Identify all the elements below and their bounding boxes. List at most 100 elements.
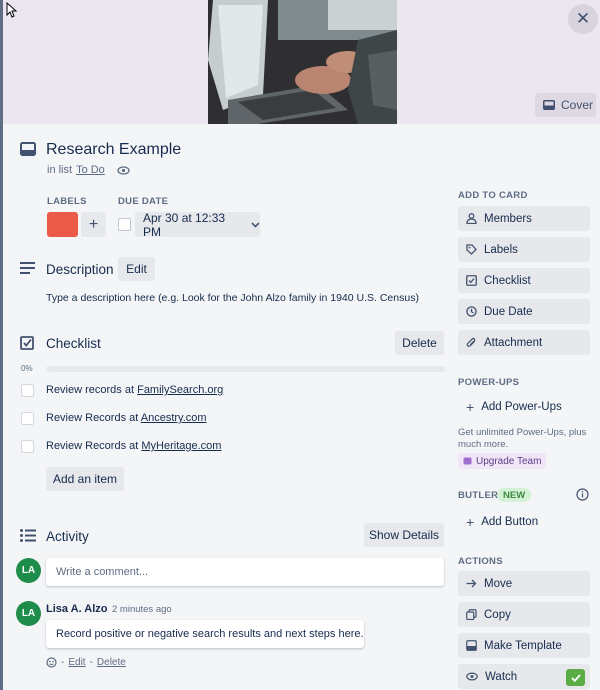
labels-label: Labels <box>484 243 518 256</box>
description-edit-button[interactable]: Edit <box>118 257 155 281</box>
members-button[interactable]: Members <box>458 206 590 231</box>
add-label-button[interactable]: + <box>81 212 106 237</box>
paperclip-icon <box>466 337 476 347</box>
move-button[interactable]: Move <box>458 571 590 596</box>
copy-icon <box>466 609 477 620</box>
description-text[interactable]: Type a description here (e.g. Look for t… <box>46 292 419 304</box>
cover-image <box>208 0 397 124</box>
attachment-button[interactable]: Attachment <box>458 330 590 355</box>
due-date-sidebar-button[interactable]: Due Date <box>458 299 590 324</box>
tag-icon <box>466 244 477 255</box>
card-title[interactable]: Research Example <box>46 141 181 159</box>
plus-icon: + <box>466 398 475 415</box>
labels-heading: LABELS <box>47 196 87 207</box>
add-powerups-label: Add Power-Ups <box>481 400 562 413</box>
avatar[interactable]: LA <box>16 558 41 583</box>
comment-author[interactable]: Lisa A. Alzo <box>46 603 108 615</box>
activity-icon <box>20 529 36 542</box>
activity-title: Activity <box>46 529 89 544</box>
upgrade-icon <box>463 457 472 465</box>
attachment-label: Attachment <box>484 336 543 349</box>
watch-active-check <box>566 669 585 686</box>
description-icon <box>20 262 35 274</box>
checklist-item-text: Review Records at <box>46 412 141 424</box>
checklist-item[interactable]: Review Records at Ancestry.com <box>46 412 207 424</box>
eye-icon <box>117 165 130 175</box>
make-template-label: Make Template <box>484 639 562 652</box>
copy-button[interactable]: Copy <box>458 602 590 627</box>
checklist-item-link[interactable]: MyHeritage.com <box>141 440 221 452</box>
butler-heading: BUTLER <box>458 490 499 501</box>
move-label: Move <box>484 577 513 590</box>
plus-icon: + <box>88 215 99 233</box>
due-date-button[interactable]: Apr 30 at 12:33 PM <box>135 210 260 239</box>
checklist-item[interactable]: Review Records at MyHeritage.com <box>46 440 221 452</box>
list-link[interactable]: To Do <box>76 164 105 176</box>
in-list-prefix: in list <box>47 164 73 176</box>
checklist-progress-bar <box>46 366 445 372</box>
checkbox-icon <box>466 275 477 286</box>
close-button[interactable]: ✕ <box>568 4 598 34</box>
add-powerups-button[interactable]: + Add Power-Ups <box>458 394 590 419</box>
new-badge: NEW <box>497 488 532 502</box>
checklist-title[interactable]: Checklist <box>46 336 101 351</box>
actions-heading: ACTIONS <box>458 556 503 567</box>
checklist-item-link[interactable]: Ancestry.com <box>141 412 207 424</box>
add-to-card-heading: ADD TO CARD <box>458 190 528 201</box>
due-date-label: Due Date <box>484 305 533 318</box>
checklist-item-checkbox[interactable] <box>21 440 34 453</box>
window-edge <box>0 0 3 690</box>
upgrade-team-button[interactable]: Upgrade Team <box>458 453 547 469</box>
label-red[interactable] <box>47 212 78 237</box>
labels-button[interactable]: Labels <box>458 237 590 262</box>
plus-icon: + <box>466 513 475 530</box>
checklist-percent: 0% <box>21 364 33 373</box>
comment-action-separator: - <box>61 657 65 668</box>
checklist-icon <box>20 336 34 350</box>
checklist-item-text: Review Records at <box>46 440 142 452</box>
card-cover: ✕ Cover <box>0 0 600 124</box>
comment-input[interactable]: Write a comment... <box>46 558 444 586</box>
checklist-delete-button[interactable]: Delete <box>395 331 444 355</box>
avatar[interactable]: LA <box>16 601 41 626</box>
checklist-item-text: Review records at <box>46 384 138 396</box>
emoji-reaction-icon[interactable] <box>46 657 57 668</box>
add-button-label: Add Button <box>481 515 539 528</box>
checklist-button[interactable]: Checklist <box>458 268 590 293</box>
close-icon: ✕ <box>575 9 591 28</box>
checklist-item-link[interactable]: FamilySearch.org <box>137 384 223 396</box>
cover-button[interactable]: Cover <box>535 93 596 117</box>
watch-label: Watch <box>485 670 518 683</box>
comment-body: Record positive or negative search resul… <box>46 620 364 648</box>
upgrade-team-label: Upgrade Team <box>476 455 542 467</box>
comment-action-separator: - <box>89 657 93 668</box>
add-checklist-item-button[interactable]: Add an item <box>46 467 124 491</box>
in-list-line: in list To Do <box>47 164 130 176</box>
copy-label: Copy <box>484 608 511 621</box>
checklist-label: Checklist <box>484 274 531 287</box>
show-details-button[interactable]: Show Details <box>364 523 444 547</box>
make-template-button[interactable]: Make Template <box>458 633 590 658</box>
comment-delete-link[interactable]: Delete <box>97 657 126 668</box>
mouse-cursor-icon <box>6 2 18 18</box>
comment-actions: - Edit - Delete <box>46 657 126 668</box>
powerups-note: Get unlimited Power-Ups, plus much more. <box>458 427 587 450</box>
checklist-item[interactable]: Review records at FamilySearch.org <box>46 384 223 396</box>
chevron-down-icon <box>251 221 260 228</box>
info-icon[interactable] <box>576 488 589 501</box>
members-label: Members <box>484 212 532 225</box>
card-icon <box>20 142 36 156</box>
comment-edit-link[interactable]: Edit <box>68 657 85 668</box>
checklist-item-checkbox[interactable] <box>21 412 34 425</box>
due-date-value: Apr 30 at 12:33 PM <box>143 210 226 239</box>
clock-icon <box>466 306 477 317</box>
cover-icon <box>543 100 555 110</box>
check-icon <box>570 673 581 682</box>
checklist-item-checkbox[interactable] <box>21 384 34 397</box>
due-complete-checkbox[interactable] <box>118 218 131 231</box>
template-icon <box>466 640 477 651</box>
comment-time[interactable]: 2 minutes ago <box>112 604 172 615</box>
cover-button-label: Cover <box>561 98 594 112</box>
eye-icon <box>466 672 478 681</box>
add-button-button[interactable]: + Add Button <box>458 509 590 534</box>
